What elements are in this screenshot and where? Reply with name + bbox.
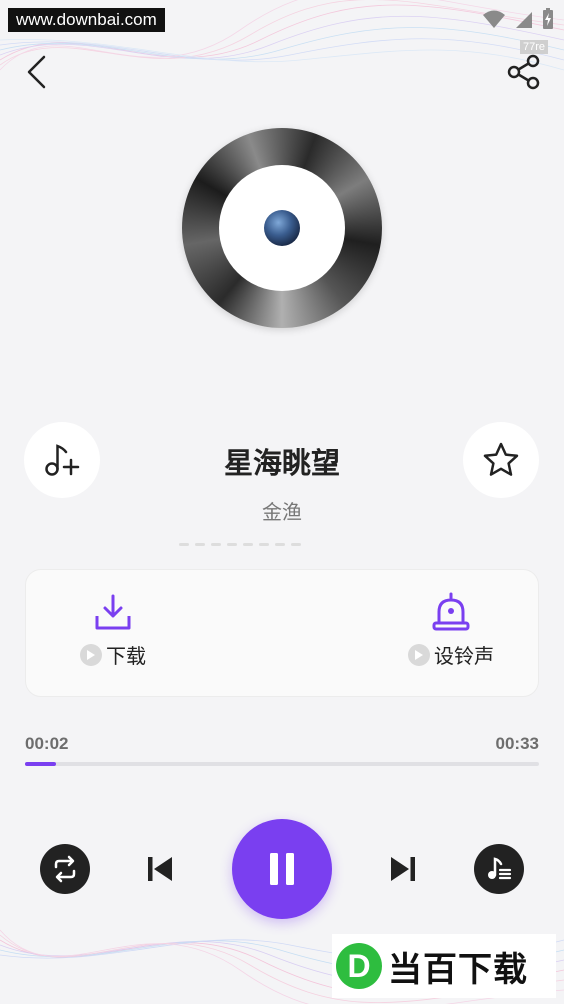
album-cover	[264, 210, 300, 246]
playlist-button[interactable]	[474, 844, 524, 894]
total-time: 00:33	[495, 734, 539, 753]
song-artist: 金渔	[262, 500, 302, 524]
back-button[interactable]	[16, 52, 56, 92]
site-watermark: www.downbai.com	[8, 8, 165, 32]
chevron-left-icon	[27, 55, 46, 89]
music-list-icon	[488, 857, 512, 880]
download-button[interactable]: 下载	[80, 592, 146, 669]
progress-bar[interactable]	[25, 762, 539, 766]
share-button[interactable]	[504, 52, 544, 92]
signal-icon	[516, 12, 532, 28]
skip-previous-icon	[148, 857, 172, 881]
set-ringtone-button[interactable]: 设铃声	[408, 592, 494, 669]
logo-text: 当百下载	[388, 949, 528, 990]
battery-icon	[543, 8, 553, 29]
repeat-icon	[54, 855, 76, 883]
play-preview-icon	[80, 643, 102, 666]
vinyl-disc	[182, 128, 382, 328]
favorite-button[interactable]	[463, 422, 539, 498]
progress-fill	[25, 762, 56, 766]
download-label: 下载	[106, 644, 146, 668]
wifi-icon	[483, 10, 505, 28]
site-logo: D 当百下载	[332, 934, 556, 998]
star-icon	[483, 442, 519, 476]
download-icon	[95, 594, 131, 630]
play-preview-icon	[408, 643, 430, 666]
previous-button[interactable]	[140, 849, 180, 889]
add-to-playlist-button[interactable]	[24, 422, 100, 498]
song-title: 星海眺望	[223, 446, 340, 480]
pause-button[interactable]	[232, 819, 332, 919]
logo-mark: D	[336, 943, 382, 989]
current-time: 00:02	[25, 734, 69, 753]
next-button[interactable]	[383, 849, 423, 889]
bell-icon	[432, 592, 470, 631]
action-card: 下载 设铃声	[25, 569, 539, 697]
skip-next-icon	[391, 857, 415, 881]
music-note-plus-icon	[45, 444, 80, 476]
repeat-button[interactable]	[40, 844, 90, 894]
pause-icon	[270, 853, 294, 885]
share-icon	[507, 54, 540, 90]
status-bar-icons	[482, 8, 554, 30]
ringtone-label: 设铃声	[434, 644, 494, 668]
lyric-placeholder	[140, 540, 340, 548]
